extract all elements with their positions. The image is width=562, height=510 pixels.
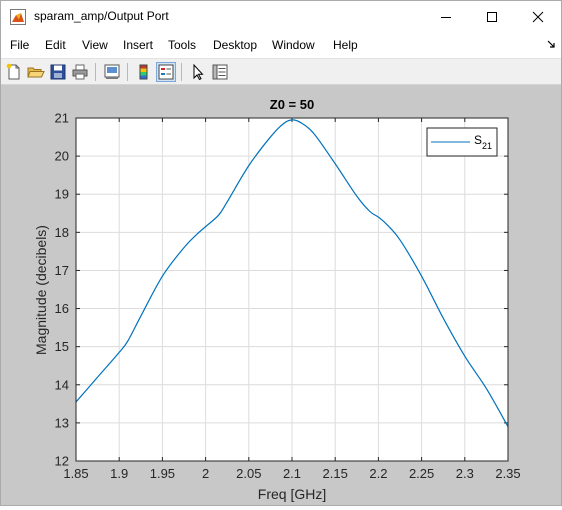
window-title: sparam_amp/Output Port bbox=[34, 9, 169, 23]
close-icon bbox=[532, 11, 544, 22]
property-inspector-icon bbox=[212, 64, 228, 80]
colorbar-icon bbox=[139, 64, 148, 80]
y-tick-label: 14 bbox=[55, 377, 69, 392]
toolbar-separator bbox=[127, 63, 128, 81]
menu-help[interactable]: Help bbox=[333, 38, 358, 52]
x-tick-label: 2.25 bbox=[409, 466, 434, 481]
print-button[interactable] bbox=[70, 62, 90, 82]
menu-view[interactable]: View bbox=[82, 38, 108, 52]
chart-title: Z0 = 50 bbox=[270, 97, 314, 112]
figure-canvas: Z0 = 50 1.85 1.9 1.95 2 2.05 2.1 2.15 2.2 2.25 2.… bbox=[1, 85, 561, 505]
menu-insert[interactable]: Insert bbox=[123, 38, 153, 52]
legend[interactable]: S21 bbox=[426, 127, 498, 157]
y-tick-label: 21 bbox=[55, 111, 69, 126]
x-tick-label: 2.05 bbox=[236, 466, 261, 481]
legend-button[interactable] bbox=[156, 62, 176, 82]
toolbar-separator bbox=[181, 63, 182, 81]
x-tick-label: 2.35 bbox=[495, 466, 520, 481]
print-preview-icon bbox=[104, 64, 120, 79]
x-tick-label: 2.1 bbox=[283, 466, 301, 481]
x-tick-label: 2 bbox=[202, 466, 209, 481]
x-tick-label: 2.15 bbox=[323, 466, 348, 481]
y-axis-label: Magnitude (decibels) bbox=[33, 225, 49, 355]
legend-label-subscript: 21 bbox=[482, 141, 492, 151]
toolbar-separator bbox=[95, 63, 96, 81]
property-inspector-button[interactable] bbox=[210, 62, 230, 82]
open-file-icon bbox=[27, 67, 45, 78]
x-tick-label: 2.3 bbox=[456, 466, 474, 481]
y-tick-label: 13 bbox=[55, 415, 69, 430]
legend-icon bbox=[158, 64, 174, 80]
legend-label-main: S bbox=[474, 133, 482, 147]
x-tick-label: 1.95 bbox=[150, 466, 175, 481]
menu-desktop[interactable]: Desktop bbox=[213, 38, 257, 52]
x-tick-label: 2.2 bbox=[369, 466, 387, 481]
x-axis-label: Freq [GHz] bbox=[258, 486, 326, 502]
minimize-icon bbox=[441, 16, 451, 18]
menu-window[interactable]: Window bbox=[272, 38, 315, 52]
y-tick-label: 16 bbox=[55, 301, 69, 316]
y-tick-label: 18 bbox=[55, 225, 69, 240]
x-tick-label: 1.9 bbox=[110, 466, 128, 481]
figure-toolbar bbox=[1, 58, 561, 85]
figure-window: sparam_amp/Output Port File Edit View In… bbox=[0, 0, 562, 506]
menu-edit[interactable]: Edit bbox=[45, 38, 66, 52]
dock-arrow-icon[interactable] bbox=[547, 40, 556, 49]
y-tick-label: 12 bbox=[55, 454, 69, 469]
menu-bar: File Edit View Insert Tools Desktop Wind… bbox=[1, 32, 561, 58]
matlab-figure-icon bbox=[10, 9, 26, 25]
y-tick-label: 15 bbox=[55, 339, 69, 354]
close-button[interactable] bbox=[515, 1, 561, 32]
edit-plot-button[interactable] bbox=[188, 62, 208, 82]
title-bar[interactable]: sparam_amp/Output Port bbox=[1, 1, 561, 32]
y-tick-label: 19 bbox=[55, 187, 69, 202]
s21-line-chart[interactable]: Z0 = 50 1.85 1.9 1.95 2 2.05 2.1 2.15 2.2 2.25 2.… bbox=[1, 85, 561, 505]
save-icon bbox=[50, 64, 66, 80]
menu-tools[interactable]: Tools bbox=[168, 38, 196, 52]
y-tick-label: 17 bbox=[55, 263, 69, 278]
open-file-button[interactable] bbox=[26, 62, 46, 82]
print-icon bbox=[72, 64, 88, 80]
save-button[interactable] bbox=[48, 62, 68, 82]
maximize-icon bbox=[487, 11, 497, 22]
minimize-button[interactable] bbox=[423, 1, 469, 32]
print-preview-button[interactable] bbox=[102, 62, 122, 82]
new-figure-icon bbox=[6, 63, 20, 80]
edit-plot-icon bbox=[193, 63, 204, 81]
menu-file[interactable]: File bbox=[10, 38, 29, 52]
y-tick-label: 20 bbox=[55, 149, 69, 164]
maximize-button[interactable] bbox=[469, 1, 515, 32]
new-figure-button[interactable] bbox=[4, 62, 24, 82]
colorbar-button[interactable] bbox=[134, 62, 154, 82]
